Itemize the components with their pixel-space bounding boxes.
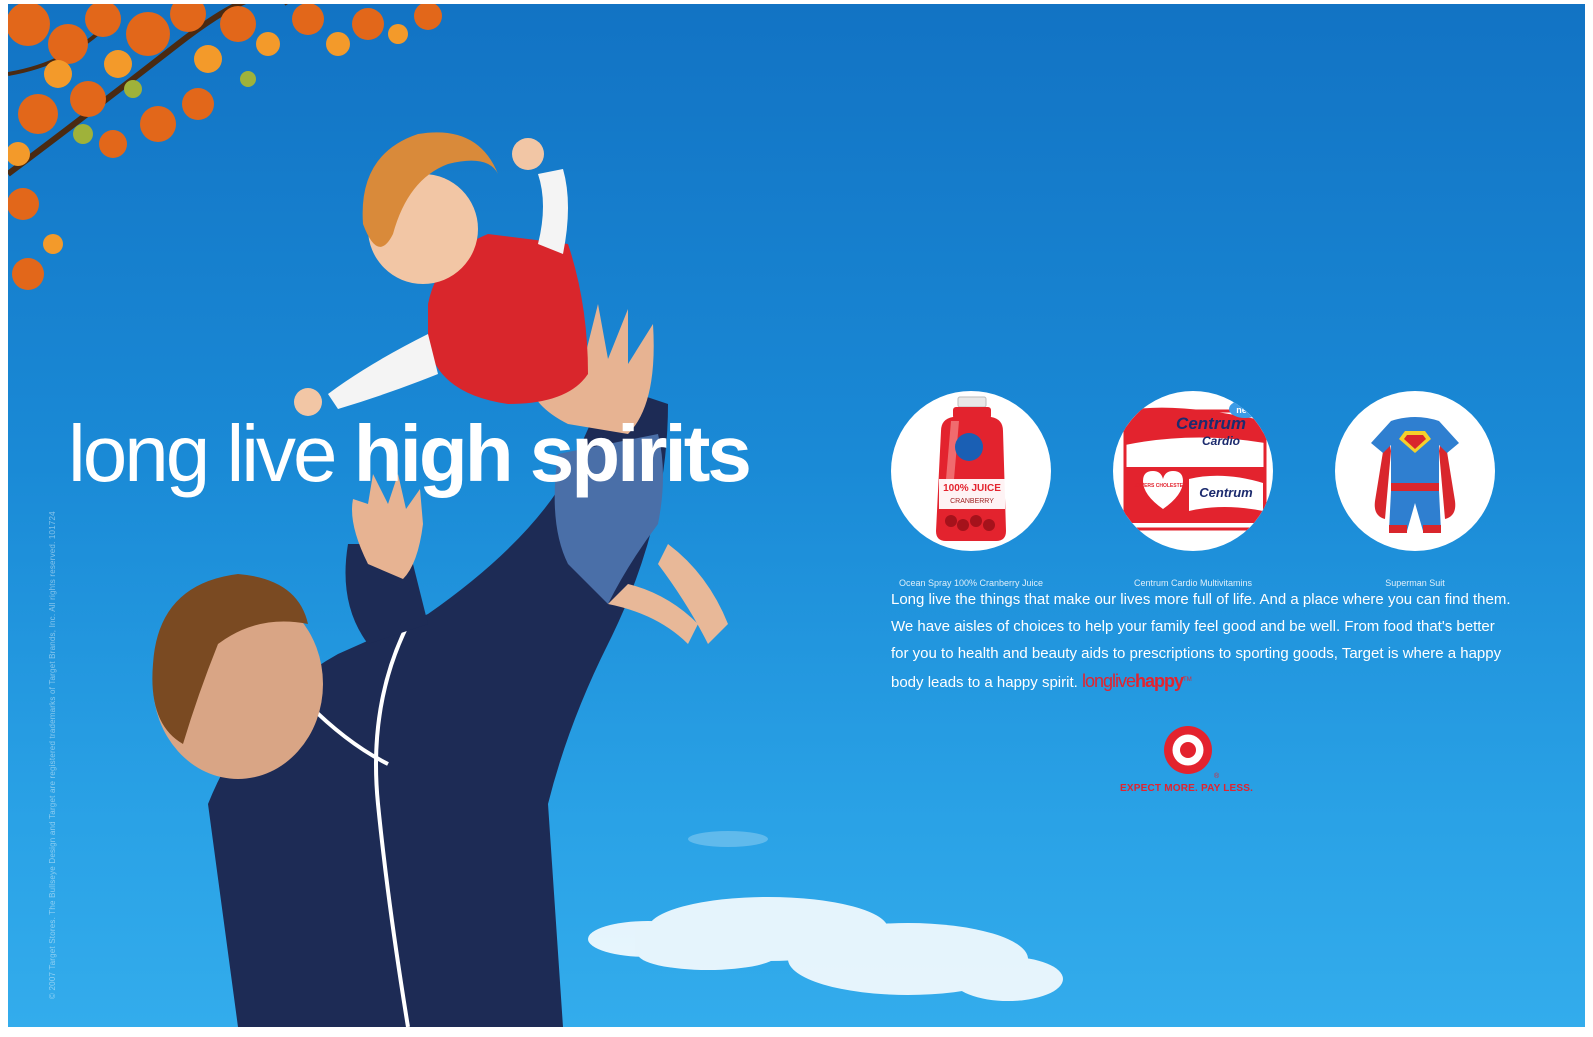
trademark-mark: TM [1183,677,1192,683]
headline-light: long live [68,409,338,498]
product-image-circle: 100% JUICE CRANBERRY [891,391,1051,551]
juice-label-main: 100% JUICE [943,483,1001,494]
target-logo: ® [1164,726,1220,780]
centrum-brand: Centrum [1176,414,1246,433]
tagline-bold: happy [1135,671,1184,691]
headline: long live high spirits [68,414,752,494]
headline-bold: high spirits [353,409,752,498]
product-image-circle [1335,391,1495,551]
body-copy: Long live the things that make our lives… [891,586,1511,696]
centrum-sub: Cardio [1202,434,1240,448]
advertisement: long live high spirits © 2007 Target Sto… [8,4,1585,1027]
slogan: EXPECT MORE. PAY LESS. [1120,783,1254,794]
centrum-heart-label: LOWERS CHOLESTEROL [1132,483,1193,489]
registered-mark: ® [1214,772,1220,780]
vitamin-box-icon: Centrum Cardio new LOWERS CHOLESTEROL Ce… [1123,400,1267,531]
tagline-light: longlive [1081,671,1136,691]
product-cranberry-juice: 100% JUICE CRANBERRY Ocean Spray 100% Cr… [890,391,1052,588]
body-text: Long live the things that make our lives… [891,591,1511,691]
legal-text: © 2007 Target Stores. The Bullseye Desig… [48,511,57,999]
page: long live high spirits © 2007 Target Sto… [0,0,1593,1037]
product-centrum-cardio: Centrum Cardio new LOWERS CHOLESTEROL Ce… [1112,391,1274,588]
centrum-brand-2: Centrum [1199,485,1253,500]
juice-label-sub: CRANBERRY [950,498,994,505]
centrum-badge: new [1236,405,1255,415]
product-superman-suit: Superman Suit [1334,391,1496,588]
product-image-circle: Centrum Cardio new LOWERS CHOLESTEROL Ce… [1113,391,1273,551]
cloud [588,897,1063,1001]
superman-suit-icon [1371,417,1459,533]
juice-bottle-icon: 100% JUICE CRANBERRY [936,396,1006,541]
cloud-wisp [688,831,768,847]
